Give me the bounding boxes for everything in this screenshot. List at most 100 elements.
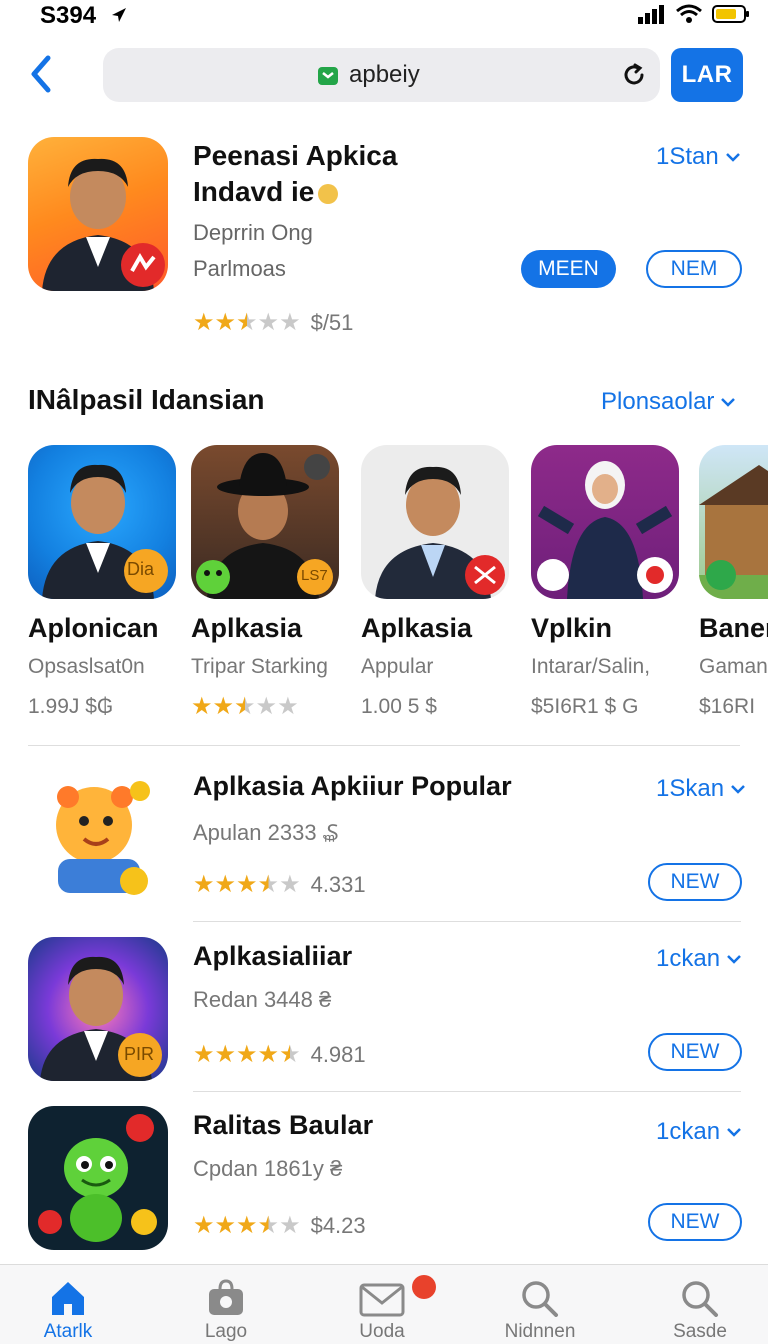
back-chevron-icon[interactable] [26,54,58,94]
star-icon: ★ [214,1041,237,1068]
list-app-subtitle: Cpdan 1861y ₴ [193,1156,343,1181]
list-badge-text: PIR [124,1044,155,1064]
list-app-link-label: 1ckan [656,945,721,972]
home-icon [52,1282,84,1315]
star-icon: ★ [193,1041,215,1068]
list-app-rating: ★ ★ ★ ★ ★ $4.23 [193,1213,366,1239]
featured-category: Parlmoas [193,256,286,281]
carousel-app-price: 1.00 5 $ [361,695,437,718]
list-app-title: Ralitas Baular [193,1110,374,1140]
carousel-item[interactable]: Aplkasia Appular 1.00 5 $ [361,445,521,718]
list-app-link[interactable]: 1ckan [656,1118,742,1146]
list-app-get-button[interactable]: NEW [648,1033,742,1071]
list-app-get-button[interactable]: NEW [648,863,742,901]
list-app-icon [28,767,168,911]
carousel-item[interactable]: Banen Gaman $16RI [699,445,768,745]
featured-title-line2: Indavd ie [193,176,315,207]
carousel-app-subtitle: Appular [361,655,434,678]
star-icon: ★ [257,309,280,336]
carousel-item[interactable]: Dia Aplonican Opsaslsat0n 1.99J $₲ [28,445,188,718]
list-item[interactable]: Ralitas Baular Cpdan 1861y ₴ ★ ★ ★ ★ ★ $4.23… [0,1106,768,1266]
tab-home[interactable]: Atarlk [8,1279,128,1343]
signal-icon [638,5,664,24]
list-app-get-button[interactable]: NEW [648,1203,742,1241]
featured-title-line1: Peenasi Apkica [193,140,398,171]
star-icon: ★ [279,1041,301,1068]
search-bar[interactable]: apbeiy [103,48,660,102]
star-icon: ★ [257,1041,280,1068]
list-app-rating-text: 4.331 [310,872,366,897]
lar-button[interactable]: LAR [671,48,743,102]
carousel-item[interactable]: LS7 Aplkasia Tripar Starking ★ ★ ★ ★ ★ [191,445,351,719]
carousel-app-icon [531,445,679,599]
carousel-app-name: Aplkasia [191,613,303,643]
list-app-title: Aplkasialiiar [193,941,353,971]
reload-icon[interactable] [620,61,648,89]
star-icon: ★ [236,1041,258,1068]
tab-sasde[interactable]: Sasde [640,1279,760,1343]
star-icon: ★ [234,693,256,720]
carousel-app-name: Aplkasia [361,613,473,643]
list-item[interactable]: PIR Aplkasialiiar Redan 3448 ₴ ★ ★ ★ ★ ★ 4.9… [0,937,768,1097]
status-bar: S394 [0,0,768,34]
star-icon: ★ [193,1212,215,1239]
star-icon: ★ [193,871,215,898]
carousel-badge-text: Dia [127,559,155,579]
person-portrait-icon [42,158,165,291]
tab-label: Nidnnen [504,1321,576,1342]
section-link[interactable]: Plonsaolar [601,388,736,416]
chevron-down-icon [727,955,741,964]
list-app-icon [28,1106,168,1250]
tab-uoda[interactable]: Uoda [322,1275,442,1343]
search-text: apbeiy [349,61,420,88]
carousel-app-icon [361,445,509,599]
list-app-icon: PIR [28,937,168,1081]
tab-label: Lago [204,1321,248,1342]
notification-badge [412,1275,436,1299]
tab-label: Uoda [359,1321,405,1342]
list-app-rating: ★ ★ ★ ★ ★ 4.331 [193,872,366,898]
star-icon: ★ [279,309,301,336]
featured-app-title[interactable]: Peenasi Apkica Indavd ie [193,138,513,210]
featured-primary-button[interactable]: MEEN [521,250,616,288]
bag-icon [209,1279,243,1315]
green-robot-icon [38,1114,157,1242]
list-app-link[interactable]: 1Skan [656,775,746,803]
list-app-rating-text: 4.981 [310,1042,366,1067]
star-icon: ★ [212,693,235,720]
featured-link[interactable]: 1Stan [656,143,741,171]
star-icon: ★ [214,871,237,898]
carousel-app-rating: ★ ★ ★ ★ ★ [191,695,299,719]
featured-developer: Deprrin Ong [193,220,313,245]
featured-link-label: 1Stan [656,143,719,170]
featured-rating: ★ ★ ★ ★ ★ $/51 [193,310,353,336]
house-icon [699,465,768,599]
carousel-app-name: Banen [699,613,768,643]
carousel-app-icon [699,445,768,599]
star-icon: ★ [279,871,301,898]
tab-bar: Atarlk Lago Uoda Nidnnen Sasde [0,1264,768,1344]
search-icon [522,1281,558,1317]
star-icon: ★ [214,309,237,336]
tab-lago[interactable]: Lago [166,1279,286,1343]
row-divider [193,1091,741,1092]
list-app-rating-text: $4.23 [310,1213,366,1238]
featured-app-icon[interactable] [28,137,168,291]
carousel-app-subtitle: Gaman [699,655,768,678]
featured-secondary-button[interactable]: NEM [646,250,742,288]
carousel-app-icon: LS7 [191,445,339,599]
search-icon [682,1281,718,1317]
star-icon: ★ [277,693,299,720]
tab-search[interactable]: Nidnnen [480,1279,600,1343]
tab-label: Sasde [673,1321,727,1342]
star-icon: ★ [193,309,215,336]
carousel-app-name: Vplkin [531,613,613,643]
tab-label: Atarlk [43,1321,93,1342]
list-item[interactable]: Aplkasia Apkiiur Popular Apulan 2333 ₷ ★… [0,767,768,927]
star-icon: ★ [236,309,258,336]
list-app-link[interactable]: 1ckan [656,945,742,973]
carousel-app-icon: Dia [28,445,176,599]
star-icon: ★ [257,871,280,898]
carousel-app-subtitle: Opsaslsat0n [28,655,145,678]
carousel-item[interactable]: Vplkin Intarar/Salin, $5I6R1 $ G [531,445,691,718]
